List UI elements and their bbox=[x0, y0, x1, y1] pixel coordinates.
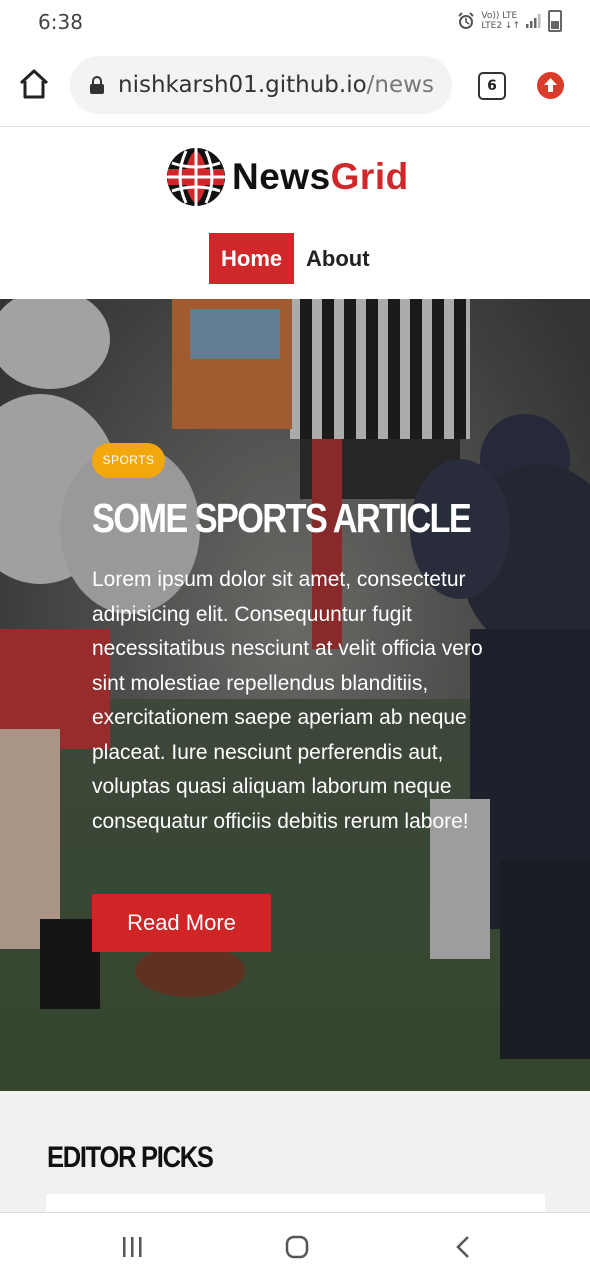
upgrade-icon[interactable] bbox=[537, 72, 564, 99]
nav-about-link[interactable]: About bbox=[306, 246, 370, 272]
logo-wordmark: NewsGrid bbox=[232, 156, 409, 198]
article-title: SOME SPORTS ARTICLE bbox=[92, 495, 472, 541]
url-path: /news bbox=[366, 72, 434, 98]
status-icons: Vo)) LTE LTE2 ↓↑ bbox=[457, 10, 562, 32]
network-bottom: LTE2 ↓↑ bbox=[481, 21, 520, 31]
editor-picks-section: EDITOR PICKS bbox=[0, 1091, 590, 1214]
recents-icon[interactable] bbox=[120, 1235, 144, 1259]
system-nav-bar bbox=[0, 1212, 590, 1281]
battery-icon bbox=[548, 10, 562, 32]
status-bar: 6:38 Vo)) LTE LTE2 ↓↑ bbox=[0, 0, 590, 44]
globe-icon bbox=[167, 148, 225, 206]
browser-toolbar: nishkarsh01.github.io/news 6 bbox=[0, 44, 590, 127]
nav-home-link[interactable]: Home bbox=[209, 233, 294, 284]
network-top: Vo)) LTE bbox=[481, 11, 518, 21]
logo-news: News bbox=[232, 156, 331, 197]
site-header: NewsGrid Home About bbox=[0, 127, 590, 299]
read-more-button[interactable]: Read More bbox=[92, 894, 271, 952]
category-badge[interactable]: SPORTS bbox=[92, 443, 165, 478]
url-domain: nishkarsh01.github.io bbox=[118, 72, 367, 98]
main-nav: Home About bbox=[209, 233, 370, 284]
signal-icon bbox=[526, 14, 541, 28]
status-time: 6:38 bbox=[38, 10, 83, 34]
tabs-icon[interactable]: 6 bbox=[478, 72, 506, 100]
logo-grid: Grid bbox=[330, 156, 409, 197]
alarm-icon bbox=[458, 12, 475, 29]
home-icon[interactable] bbox=[16, 66, 52, 102]
network-label: Vo)) LTE LTE2 ↓↑ bbox=[481, 11, 520, 31]
editor-pick-card[interactable] bbox=[46, 1194, 545, 1214]
url-text: nishkarsh01.github.io/news bbox=[118, 72, 434, 98]
hero-section: SPORTS SOME SPORTS ARTICLE Lorem ipsum d… bbox=[0, 299, 590, 1091]
editor-picks-heading: EDITOR PICKS bbox=[47, 1141, 214, 1174]
lock-icon bbox=[90, 76, 104, 94]
arrow-up-icon bbox=[544, 78, 557, 92]
address-bar[interactable]: nishkarsh01.github.io/news bbox=[70, 56, 452, 114]
site-logo[interactable]: NewsGrid bbox=[166, 147, 409, 207]
back-icon[interactable] bbox=[452, 1235, 476, 1259]
article-excerpt: Lorem ipsum dolor sit amet, consectetur … bbox=[92, 568, 483, 833]
home-circle-icon[interactable] bbox=[285, 1235, 309, 1259]
